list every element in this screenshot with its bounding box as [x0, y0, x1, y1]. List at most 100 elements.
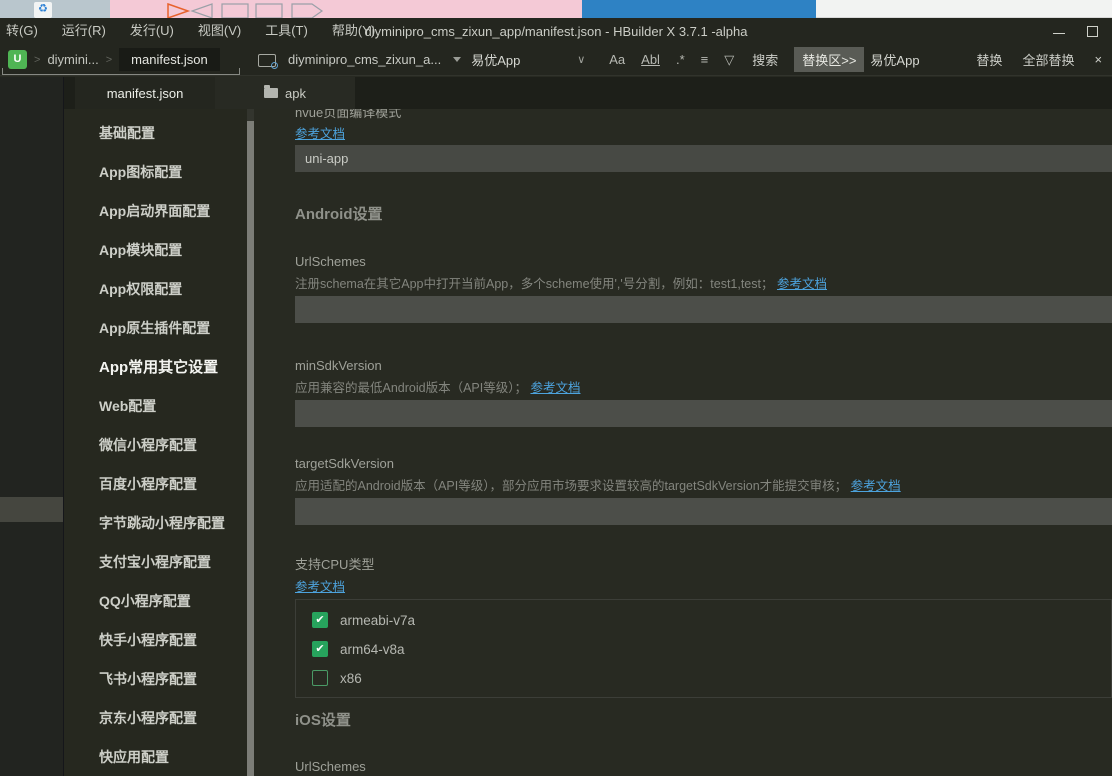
sidebar-item-kuaishou-mp[interactable]: 快手小程序配置 — [64, 621, 247, 660]
minimize-button[interactable] — [1053, 33, 1065, 34]
doc-link[interactable]: 参考文档 — [851, 479, 901, 493]
hbuilderx-logo-icon: U — [8, 50, 27, 69]
tab-apk[interactable]: apk — [215, 77, 355, 109]
hbuilderx-window: ♻ 转(G) 运行(R) 发行(U) 视图(V) 工具(T) 帮助(Y) diy… — [0, 0, 1112, 776]
target-sdk-label: targetSdkVersion — [295, 456, 1112, 471]
menu-tools[interactable]: 工具(T) — [253, 18, 320, 44]
sidebar-item-app-permissions[interactable]: App权限配置 — [64, 270, 247, 309]
ios-urlschemes-label: UrlSchemes — [295, 759, 1112, 774]
cpu-option-label: arm64-v8a — [340, 642, 405, 657]
sidebar-item-quickapp[interactable]: 快应用配置 — [64, 738, 247, 776]
caret-down-icon[interactable] — [453, 57, 461, 62]
cpu-option-row[interactable]: x86 — [312, 668, 1111, 688]
sidebar-item-alipay-mp[interactable]: 支付宝小程序配置 — [64, 543, 247, 582]
chevron-right-icon: > — [106, 54, 112, 66]
android-urlschemes-input[interactable] — [295, 296, 1112, 323]
background-window-white — [816, 0, 1112, 18]
breadcrumb-project[interactable]: diymini... — [47, 52, 98, 67]
search-input[interactable]: 易优App — [471, 50, 567, 69]
window-controls — [1053, 26, 1112, 37]
filter-toggle[interactable]: ▽ — [716, 52, 742, 68]
sidebar-scrollbar[interactable] — [247, 109, 254, 776]
sidebar-item-app-other-settings[interactable]: App常用其它设置 — [64, 348, 247, 387]
menu-bar: 转(G) 运行(R) 发行(U) 视图(V) 工具(T) 帮助(Y) — [0, 18, 387, 44]
doc-link[interactable]: 参考文档 — [295, 580, 345, 594]
ios-section-title: iOS设置 — [295, 709, 1112, 730]
checkbox-checked-icon[interactable]: ✔ — [312, 612, 328, 628]
sidebar-item-weixin-mp[interactable]: 微信小程序配置 — [64, 426, 247, 465]
sidebar-item-app-native-plugins[interactable]: App原生插件配置 — [64, 309, 247, 348]
cpu-option-row[interactable]: ✔ armeabi-v7a — [312, 610, 1111, 630]
search-scope-selector[interactable]: diyminipro_cms_zixun_a... — [288, 52, 441, 67]
cpu-option-label: x86 — [340, 671, 362, 686]
target-sdk-desc: 应用适配的Android版本（API等级），部分应用市场要求设置较高的targe… — [295, 475, 1112, 494]
match-case-toggle[interactable]: Aa — [601, 52, 633, 67]
sidebar-item-bytedance-mp[interactable]: 字节跳动小程序配置 — [64, 504, 247, 543]
doc-link[interactable]: 参考文档 — [777, 277, 827, 291]
sidebar-item-qq-mp[interactable]: QQ小程序配置 — [64, 582, 247, 621]
whole-word-toggle[interactable]: Abl — [633, 52, 668, 67]
nvue-compile-mode-input[interactable] — [295, 145, 1112, 172]
recycle-bin-icon: ♻ — [34, 2, 52, 18]
sidebar-item-web[interactable]: Web配置 — [64, 387, 247, 426]
close-search-icon[interactable]: × — [1084, 52, 1112, 67]
desktop-strip: ♻ — [0, 0, 1112, 18]
cpu-type-group: ✔ armeabi-v7a ✔ arm64-v8a x86 — [295, 599, 1112, 698]
config-content: nvue页面编译模式 参考文档 Android设置 UrlSchemes 注册s… — [254, 109, 1112, 776]
checkbox-unchecked-icon[interactable] — [312, 670, 328, 686]
menu-run[interactable]: 运行(R) — [50, 18, 118, 44]
menu-publish[interactable]: 发行(U) — [118, 18, 186, 44]
nvue-compile-mode-label: nvue页面编译模式 — [295, 109, 1112, 120]
editor-area: manifest.json apk 基础配置 App图标配置 App启动界面配置… — [64, 77, 1112, 776]
sidebar-item-app-icon[interactable]: App图标配置 — [64, 153, 247, 192]
config-sidebar: 基础配置 App图标配置 App启动界面配置 App模块配置 App权限配置 A… — [64, 109, 247, 776]
menu-view[interactable]: 视图(V) — [186, 18, 253, 44]
breadcrumb: U > diymini... > manifest.json — [0, 44, 248, 76]
doc-link[interactable]: 参考文档 — [295, 127, 345, 141]
scrollbar-thumb[interactable] — [247, 121, 254, 776]
replace-button[interactable]: 替换 — [966, 50, 1012, 69]
min-sdk-desc: 应用兼容的最低Android版本（API等级）； 参考文档 — [295, 377, 1112, 396]
multiline-toggle[interactable]: ≡ — [693, 52, 717, 67]
android-urlschemes-label: UrlSchemes — [295, 254, 1112, 269]
tab-manifest-json[interactable]: manifest.json — [75, 77, 215, 109]
folder-icon — [264, 88, 278, 98]
regex-toggle[interactable]: .* — [668, 52, 693, 67]
replace-all-button[interactable]: 全部替换 — [1012, 50, 1084, 69]
tab-label: manifest.json — [107, 86, 184, 101]
min-sdk-input[interactable] — [295, 400, 1112, 427]
replace-zone-button[interactable]: 替换区>> — [794, 47, 864, 72]
doc-link[interactable]: 参考文档 — [530, 381, 580, 395]
chevron-right-icon: > — [34, 54, 40, 66]
target-sdk-input[interactable] — [295, 498, 1112, 525]
sidebar-item-jd-mp[interactable]: 京东小程序配置 — [64, 699, 247, 738]
chevron-down-icon[interactable]: ∨ — [577, 53, 585, 66]
tab-label: apk — [285, 86, 306, 101]
tab-bar: manifest.json apk — [64, 77, 1112, 109]
menu-help[interactable]: 帮助(Y) — [320, 18, 387, 44]
sidebar-item-feishu-mp[interactable]: 飞书小程序配置 — [64, 660, 247, 699]
background-window-pink — [110, 0, 582, 18]
checkbox-checked-icon[interactable]: ✔ — [312, 641, 328, 657]
desktop-area: ♻ — [0, 0, 110, 18]
search-replace-bar: diyminipro_cms_zixun_a... 易优App ∨ Aa Abl… — [248, 44, 1112, 76]
cpu-option-row[interactable]: ✔ arm64-v8a — [312, 639, 1111, 659]
titlebar: 转(G) 运行(R) 发行(U) 视图(V) 工具(T) 帮助(Y) diymi… — [0, 18, 1112, 44]
left-edge-panel — [0, 77, 64, 776]
sidebar-item-baidu-mp[interactable]: 百度小程序配置 — [64, 465, 247, 504]
background-window-blue — [582, 0, 816, 18]
replace-input[interactable]: 易优App — [870, 50, 966, 69]
menu-goto[interactable]: 转(G) — [0, 18, 50, 44]
maximize-button[interactable] — [1087, 26, 1098, 37]
search-in-folder-icon[interactable] — [258, 52, 278, 68]
min-sdk-label: minSdkVersion — [295, 358, 1112, 373]
toolbar: U > diymini... > manifest.json diyminipr… — [0, 44, 1112, 76]
sidebar-item-app-modules[interactable]: App模块配置 — [64, 231, 247, 270]
sidebar-item-basic[interactable]: 基础配置 — [64, 114, 247, 153]
replace-actions: 替换 全部替换 × 预 — [966, 46, 1112, 73]
cpu-option-label: armeabi-v7a — [340, 613, 415, 628]
flowchart-shapes — [160, 2, 460, 18]
search-button[interactable]: 搜索 — [742, 50, 788, 69]
manifest-visual-editor: 基础配置 App图标配置 App启动界面配置 App模块配置 App权限配置 A… — [64, 109, 1112, 776]
sidebar-item-app-splash[interactable]: App启动界面配置 — [64, 192, 247, 231]
